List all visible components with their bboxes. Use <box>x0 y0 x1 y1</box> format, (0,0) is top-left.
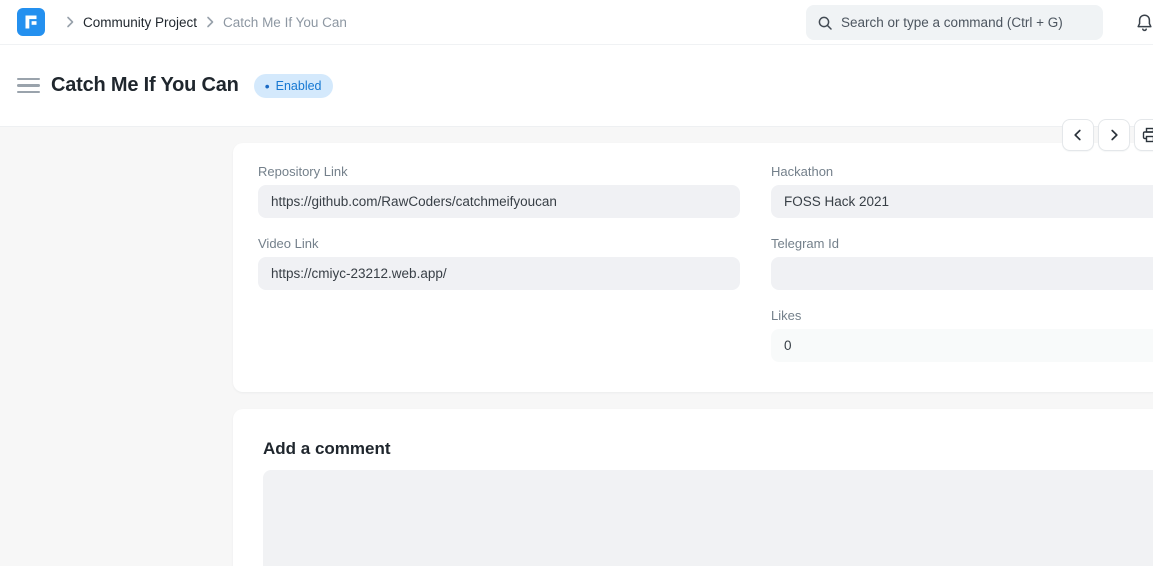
breadcrumb-current: Catch Me If You Can <box>223 15 347 30</box>
breadcrumb-parent-link[interactable]: Community Project <box>83 15 197 30</box>
previous-document-button[interactable] <box>1062 119 1094 151</box>
form-section-card: Repository Link Video Link Hackathon Tel… <box>233 143 1153 392</box>
breadcrumb: Community Project Catch Me If You Can <box>57 15 347 30</box>
repository-link-input[interactable] <box>258 185 740 218</box>
likes-input[interactable] <box>771 329 1153 362</box>
menu-icon <box>17 91 40 94</box>
field-video-link: Video Link <box>258 236 740 290</box>
status-badge: • Enabled <box>254 74 333 98</box>
field-label: Likes <box>771 308 1153 323</box>
form-grid: Repository Link Video Link Hackathon Tel… <box>258 164 1153 380</box>
field-label: Telegram Id <box>771 236 1153 251</box>
menu-icon <box>17 78 40 81</box>
status-dot: • <box>265 79 270 93</box>
chevron-right-icon <box>57 16 83 28</box>
frappe-logo-glyph <box>17 8 45 36</box>
telegram-id-input[interactable] <box>771 257 1153 290</box>
search-icon <box>818 16 832 30</box>
next-document-button[interactable] <box>1098 119 1130 151</box>
frappe-logo[interactable] <box>17 8 45 36</box>
chevron-right-icon <box>1108 129 1120 141</box>
menu-icon <box>17 84 40 87</box>
status-label: Enabled <box>276 79 322 93</box>
search-input[interactable] <box>841 15 1091 30</box>
chevron-right-icon <box>197 16 223 28</box>
print-button[interactable] <box>1134 119 1153 151</box>
form-body: Repository Link Video Link Hackathon Tel… <box>0 128 1153 566</box>
video-link-input[interactable] <box>258 257 740 290</box>
form-column-right: Hackathon Telegram Id Likes <box>771 164 1153 380</box>
field-likes: Likes <box>771 308 1153 362</box>
top-navbar: Community Project Catch Me If You Can <box>0 0 1153 45</box>
bell-icon <box>1135 13 1153 33</box>
field-label: Video Link <box>258 236 740 251</box>
page-title: Catch Me If You Can <box>51 74 239 97</box>
sidebar-toggle-button[interactable] <box>17 75 41 97</box>
form-column-left: Repository Link Video Link <box>258 164 740 380</box>
printer-icon <box>1142 127 1153 143</box>
add-comment-heading: Add a comment <box>263 439 1153 459</box>
field-telegram-id: Telegram Id <box>771 236 1153 290</box>
chevron-left-icon <box>1072 129 1084 141</box>
comments-section-card: Add a comment <box>233 409 1153 566</box>
page-head: Catch Me If You Can • Enabled <box>0 45 1153 127</box>
comment-input[interactable] <box>263 470 1153 566</box>
hackathon-input[interactable] <box>771 185 1153 218</box>
field-hackathon: Hackathon <box>771 164 1153 218</box>
field-label: Hackathon <box>771 164 1153 179</box>
notifications-button[interactable] <box>1132 11 1153 35</box>
field-label: Repository Link <box>258 164 740 179</box>
global-search[interactable] <box>806 5 1103 40</box>
field-repository-link: Repository Link <box>258 164 740 218</box>
head-actions <box>1062 119 1153 151</box>
